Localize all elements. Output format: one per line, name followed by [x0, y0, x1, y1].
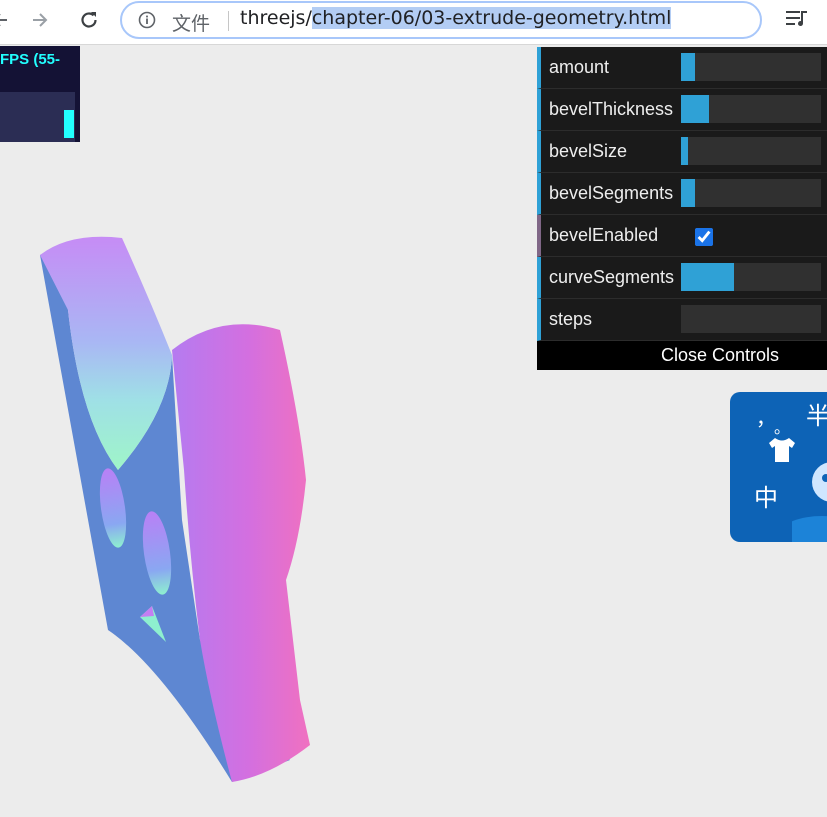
slider-fill [681, 179, 695, 207]
fps-stats-panel[interactable]: FPS (55- [0, 46, 80, 142]
ime-comma-glyph: ， [756, 406, 776, 430]
bevel-enabled-checkbox[interactable] [695, 228, 713, 246]
fps-graph-bar [64, 110, 74, 138]
forward-button[interactable] [24, 6, 54, 34]
address-separator [228, 11, 229, 31]
url-text[interactable]: threejs/chapter-06/03-extrude-geometry.h… [240, 7, 672, 29]
control-row-bevel-segments[interactable]: bevelSegments [537, 173, 827, 215]
slider-fill [681, 95, 709, 123]
ime-mascot-icon [792, 462, 827, 542]
ime-widget[interactable]: ， 。 半 中 [730, 392, 827, 542]
amount-slider[interactable] [681, 53, 821, 81]
media-menu-icon[interactable] [784, 8, 810, 30]
slider-fill [681, 137, 688, 165]
reload-icon [81, 12, 97, 28]
slider-fill [681, 263, 735, 291]
bevel-thickness-slider[interactable] [681, 95, 821, 123]
ime-chinese-mode-label: 中 [754, 484, 778, 512]
fps-text: FPS (55- [0, 51, 61, 68]
ime-period-glyph: 。 [774, 418, 791, 437]
close-controls-button[interactable]: Close Controls [537, 341, 827, 370]
control-row-bevel-enabled[interactable]: bevelEnabled [537, 215, 827, 257]
control-row-bevel-size[interactable]: bevelSize [537, 131, 827, 173]
ime-halfwidth-label: 半 [806, 402, 827, 430]
control-row-curve-segments[interactable]: curveSegments [537, 257, 827, 299]
control-label: bevelEnabled [549, 225, 659, 245]
reload-button[interactable] [74, 6, 104, 34]
control-row-steps[interactable]: steps [537, 299, 827, 341]
control-label: amount [549, 57, 610, 77]
site-info-label[interactable]: 文件 [172, 9, 210, 36]
control-label: bevelSegments [549, 183, 674, 203]
steps-slider[interactable] [681, 305, 821, 333]
browser-toolbar: 文件 threejs/chapter-06/03-extrude-geometr… [0, 0, 827, 45]
forward-arrow-icon [33, 13, 48, 27]
control-label: bevelThickness [549, 99, 674, 119]
controls-panel: amount bevelThickness bevelSize bevelSeg… [537, 47, 827, 370]
control-row-amount[interactable]: amount [537, 47, 827, 89]
back-arrow-icon [0, 14, 7, 26]
control-label: curveSegments [549, 267, 675, 287]
address-bar[interactable]: 文件 threejs/chapter-06/03-extrude-geometr… [120, 1, 762, 39]
back-button[interactable] [0, 6, 16, 34]
bevel-size-slider[interactable] [681, 137, 821, 165]
url-selected-text: chapter-06/03-extrude-geometry.html [311, 7, 672, 29]
control-label: steps [549, 309, 593, 329]
bevel-segments-slider[interactable] [681, 179, 821, 207]
control-row-bevel-thickness[interactable]: bevelThickness [537, 89, 827, 131]
slider-fill [681, 53, 695, 81]
info-icon[interactable] [138, 11, 156, 29]
curve-segments-slider[interactable] [681, 263, 821, 291]
extruded-geometry[interactable] [0, 210, 340, 810]
control-label: bevelSize [549, 141, 628, 161]
url-prefix: threejs/ [240, 7, 312, 29]
